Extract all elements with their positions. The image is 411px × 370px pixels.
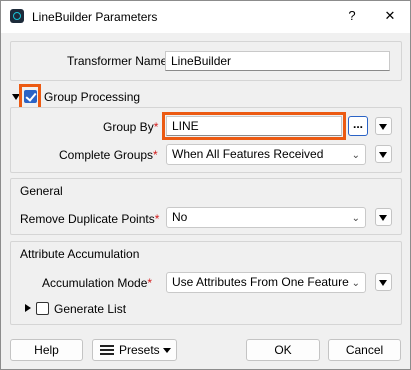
title-bar: LineBuilder Parameters ? ✕: [1, 1, 410, 33]
expand-triangle-icon[interactable]: [25, 304, 31, 312]
accumulation-mode-label: Accumulation Mode*: [42, 276, 153, 290]
complete-groups-select[interactable]: When All Features Received ⌄: [166, 144, 366, 165]
transformer-name-section: Transformer Name* LineBuilder: [10, 41, 402, 81]
chevron-down-icon: [163, 348, 171, 353]
remove-duplicates-menu-button[interactable]: [375, 208, 392, 226]
transformer-name-input[interactable]: LineBuilder: [165, 51, 390, 71]
help-icon[interactable]: ?: [345, 8, 359, 24]
chevron-down-icon: ⌄: [351, 150, 360, 161]
attribute-accumulation-section: Attribute Accumulation Accumulation Mode…: [10, 241, 402, 325]
dialog-window: LineBuilder Parameters ? ✕ Transformer N…: [0, 0, 411, 370]
menu-triangle-icon: [379, 215, 387, 221]
complete-groups-menu-button[interactable]: [375, 145, 392, 163]
menu-triangle-icon: [379, 280, 387, 286]
menu-triangle-icon: [379, 152, 387, 158]
accumulation-mode-menu-button[interactable]: [375, 273, 392, 291]
presets-icon: [100, 345, 114, 355]
group-by-input[interactable]: LINE: [166, 116, 342, 136]
chevron-down-icon: ⌄: [351, 213, 360, 224]
group-by-browse-button[interactable]: ...: [348, 116, 368, 136]
complete-groups-label: Complete Groups*: [59, 148, 158, 162]
presets-button[interactable]: Presets: [92, 339, 177, 361]
app-icon: [10, 9, 24, 23]
menu-triangle-icon: [379, 124, 387, 130]
group-by-menu-button[interactable]: [375, 117, 392, 135]
group-processing-label: Group Processing: [44, 90, 141, 104]
general-title: General: [20, 184, 63, 198]
ok-button[interactable]: OK: [246, 339, 320, 361]
remove-duplicates-label: Remove Duplicate Points*: [20, 212, 160, 226]
help-button[interactable]: Help: [10, 339, 83, 361]
group-processing-section: Group By* LINE ... Complete Groups* When…: [10, 107, 402, 173]
chevron-down-icon: ⌄: [351, 278, 360, 289]
general-section: General Remove Duplicate Points* No ⌄: [10, 178, 402, 235]
close-icon[interactable]: ✕: [383, 8, 397, 24]
generate-list-checkbox[interactable]: [36, 302, 49, 315]
attribute-accumulation-title: Attribute Accumulation: [20, 247, 140, 261]
generate-list-label: Generate List: [54, 302, 127, 316]
group-processing-checkbox[interactable]: [24, 90, 37, 103]
accumulation-mode-select[interactable]: Use Attributes From One Feature ⌄: [166, 272, 366, 293]
window-title: LineBuilder Parameters: [32, 10, 158, 24]
cancel-button[interactable]: Cancel: [328, 339, 401, 361]
group-by-label: Group By*: [103, 120, 159, 134]
transformer-name-label: Transformer Name*: [67, 54, 172, 68]
remove-duplicates-select[interactable]: No ⌄: [166, 207, 366, 228]
